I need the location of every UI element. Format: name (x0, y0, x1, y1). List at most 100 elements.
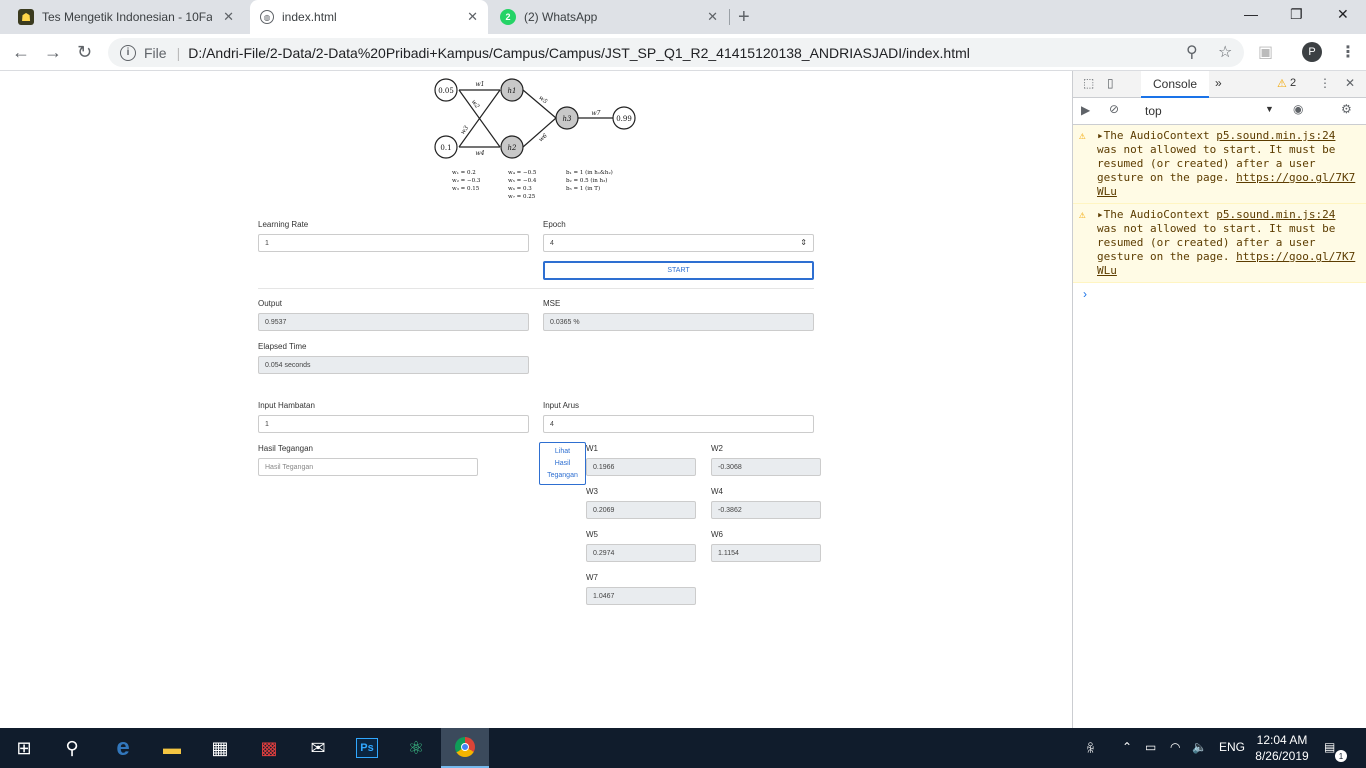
clock-time: 12:04 AM (1256, 733, 1308, 747)
mail-icon[interactable]: ✉ (294, 728, 342, 768)
info-icon[interactable]: i (120, 44, 136, 61)
search-icon[interactable]: ⚲ (48, 728, 96, 768)
context-select[interactable]: top (1145, 104, 1162, 118)
windows-start-icon[interactable]: ⊞ (0, 728, 48, 768)
new-tab-button[interactable]: + (738, 6, 750, 29)
input-arus-field[interactable]: 4 (543, 415, 814, 433)
people-icon[interactable]: ꆜ (1086, 740, 1095, 756)
input-arus-label: Input Arus (543, 401, 580, 410)
page-content: 0.05 0.1 h1 h2 h3 0.99 w1 w2 w3 w4 w5 w6… (0, 71, 1072, 728)
w6-label: W6 (711, 530, 723, 539)
w2-label: W2 (711, 444, 723, 453)
devtools-toolbar: ⬚ ▯ Console » ⚠ 2 ⋮ ✕ (1073, 71, 1366, 98)
w4-field: -0.3862 (711, 501, 821, 519)
epoch-value: 4 (550, 239, 554, 247)
gear-icon[interactable]: ⚙ (1341, 102, 1352, 116)
w2-field: -0.3068 (711, 458, 821, 476)
warning-icon: ⚠ (1079, 129, 1086, 142)
console-prompt[interactable]: › (1073, 283, 1366, 305)
extension-icon[interactable]: ▣ (1258, 42, 1273, 62)
select-arrow-icon: ⇕ (800, 238, 807, 247)
tab-title: index.html (282, 10, 337, 24)
tab-index-html[interactable]: ◍ index.html ✕ (250, 0, 488, 34)
edge-browser-icon[interactable]: e (99, 728, 147, 768)
system-clock[interactable]: 12:04 AM 8/26/2019 (1252, 732, 1312, 764)
warning-icon[interactable]: ⚠ (1277, 77, 1287, 90)
atom-app-icon[interactable]: ⚛ (392, 728, 440, 768)
bookmark-star-icon[interactable]: ☆ (1218, 42, 1232, 62)
message-text: The AudioContext (1103, 129, 1217, 142)
clear-console-icon[interactable]: ⊘ (1109, 102, 1119, 116)
input-hambatan-field[interactable]: 1 (258, 415, 529, 433)
restore-button[interactable]: ❐ (1290, 6, 1303, 23)
photoshop-icon[interactable]: Ps (343, 728, 391, 768)
menu-icon[interactable]: ⋮ (1340, 42, 1356, 62)
edge-label-w4: w4 (476, 150, 485, 157)
back-icon[interactable]: ← (12, 42, 30, 63)
chevron-down-icon[interactable]: ▼ (1265, 104, 1274, 114)
hasil-tegangan-field[interactable]: Hasil Tegangan (258, 458, 478, 476)
battery-icon[interactable]: ▭ (1145, 740, 1156, 754)
expand-triangle-icon[interactable]: ▸ (1097, 208, 1104, 221)
w5-field: 0.2974 (586, 544, 696, 562)
store-icon[interactable]: ▦ (196, 728, 244, 768)
close-icon[interactable]: ✕ (223, 9, 234, 25)
console-toolbar: ▶ ⊘ top ▼ ◉ ⚙ (1073, 98, 1366, 125)
more-tabs-button[interactable]: » (1215, 76, 1222, 90)
volume-icon[interactable]: 🔈 (1192, 740, 1207, 754)
avatar[interactable]: P (1302, 42, 1322, 62)
tab-separator (729, 9, 730, 25)
wifi-icon[interactable]: ◠ (1170, 740, 1180, 754)
notification-center-icon[interactable]: ▤ (1324, 740, 1335, 754)
divider (258, 288, 814, 289)
output-field: 0.9537 (258, 313, 529, 331)
tab-10fast[interactable]: ☗ Tes Mengetik Indonesian - 10Fast ✕ (8, 0, 244, 34)
gift-app-icon[interactable]: ▩ (245, 728, 293, 768)
reload-icon[interactable]: ↻ (77, 42, 92, 63)
input-hambatan-label: Input Hambatan (258, 401, 315, 410)
close-icon[interactable]: ✕ (707, 9, 718, 25)
minimize-button[interactable]: — (1244, 6, 1258, 22)
output-label: 0.99 (616, 115, 632, 123)
devtools-menu-icon[interactable]: ⋮ (1319, 76, 1331, 90)
zoom-icon[interactable]: ⚲ (1186, 42, 1198, 62)
device-toolbar-icon[interactable]: ▯ (1107, 76, 1114, 90)
edge-w5 (522, 89, 557, 119)
close-icon[interactable]: ✕ (1345, 76, 1355, 90)
lihat-hasil-tegangan-button[interactable]: Lihat Hasil Tegangan (539, 442, 586, 485)
epoch-select[interactable]: 4 ⇕ (543, 234, 814, 252)
forward-icon[interactable]: → (44, 42, 62, 63)
start-button[interactable]: START (543, 261, 814, 280)
w1-label: W1 (586, 444, 598, 453)
language-indicator[interactable]: ENG (1219, 740, 1245, 754)
weight-text: w₁ = 0.2 (452, 170, 476, 176)
devtools-panel: ⬚ ▯ Console » ⚠ 2 ⋮ ✕ ▶ ⊘ top ▼ ◉ ⚙ ⚠ ▸T… (1072, 71, 1366, 728)
windows-taskbar: ⊞ ⚲ e ▬ ▦ ▩ ✉ Ps ⚛ ꆜ ⌃ ▭ ◠ 🔈 ENG 12:04 A… (0, 728, 1366, 768)
close-window-button[interactable]: ✕ (1337, 6, 1349, 23)
weight-text: w₅ = −0.4 (508, 178, 537, 184)
chevron-up-icon[interactable]: ⌃ (1122, 740, 1132, 754)
hidden-label-h1: h1 (508, 87, 517, 95)
learning-rate-label: Learning Rate (258, 220, 309, 229)
source-link[interactable]: p5.sound.min.js:24 (1216, 129, 1335, 142)
bias-text: b₃ = 1 (in T) (566, 185, 600, 192)
tab-console[interactable]: Console (1141, 71, 1210, 98)
elapsed-time-field: 0.054 seconds (258, 356, 529, 374)
omnibox[interactable]: i File | D:/Andri-File/2-Data/2-Data%20P… (108, 38, 1244, 67)
source-link[interactable]: p5.sound.min.js:24 (1216, 208, 1335, 221)
sidebar-toggle-icon[interactable]: ▶ (1081, 103, 1090, 117)
inspect-element-icon[interactable]: ⬚ (1083, 76, 1094, 90)
weight-text: w₆ = 0.3 (508, 186, 532, 192)
w3-label: W3 (586, 487, 598, 496)
url-text[interactable]: D:/Andri-File/2-Data/2-Data%20Pribadi+Ka… (188, 45, 970, 61)
chrome-icon[interactable] (441, 728, 489, 768)
edge-w6 (522, 117, 557, 148)
file-explorer-icon[interactable]: ▬ (148, 728, 196, 768)
bias-text: b₁ = 1 (in h₁&h₂) (566, 169, 613, 176)
expand-triangle-icon[interactable]: ▸ (1097, 129, 1104, 142)
learning-rate-input[interactable]: 1 (258, 234, 529, 252)
tab-whatsapp[interactable]: 2 (2) WhatsApp ✕ (490, 0, 728, 34)
console-warning-message: ⚠ ▸The AudioContext p5.sound.min.js:24 w… (1073, 125, 1366, 204)
live-expression-eye-icon[interactable]: ◉ (1293, 102, 1303, 116)
close-icon[interactable]: ✕ (467, 9, 478, 25)
